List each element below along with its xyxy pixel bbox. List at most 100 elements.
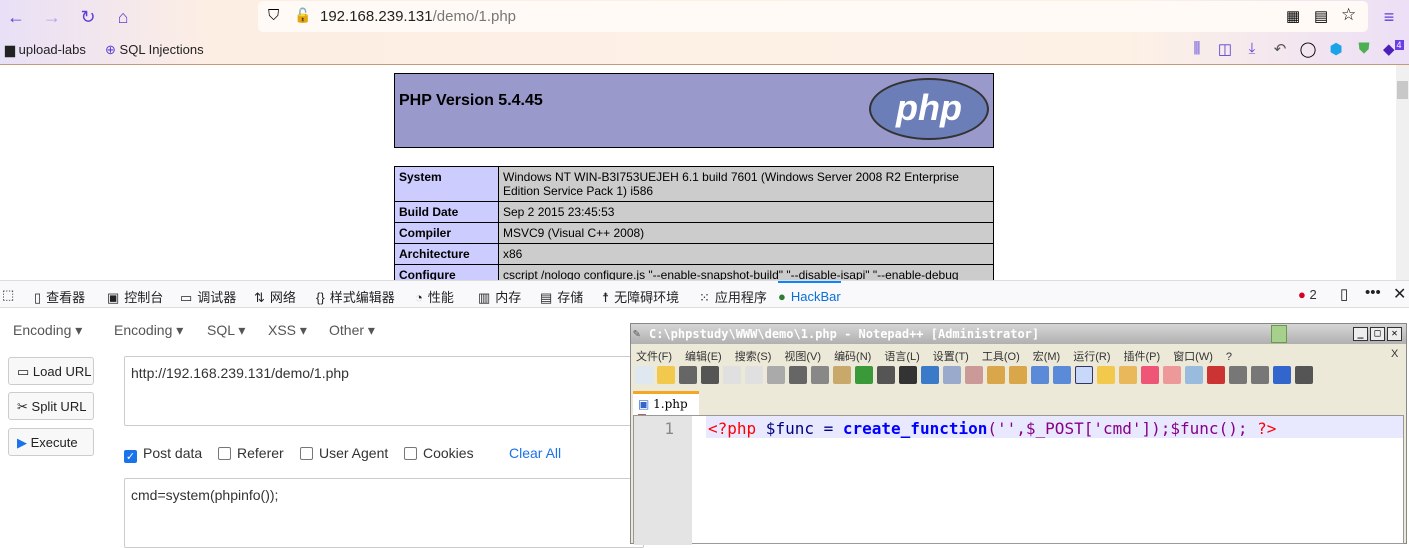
execute-button[interactable]: ▶ Execute [8,428,94,456]
close-doc-x[interactable]: X [1391,348,1398,360]
bookmark-upload-labs[interactable]: ▆ upload-labs [5,42,86,58]
extension-ring-icon[interactable]: ◯ [1299,40,1317,58]
home-icon[interactable]: ⌂ [112,6,134,28]
find-icon[interactable] [899,366,917,384]
undo-icon[interactable]: ↶ [1271,40,1289,58]
url-input[interactable]: http://192.168.239.131/demo/1.php [124,356,644,426]
zoom-out-icon[interactable] [965,366,983,384]
extension-cube-icon[interactable]: ◆ 4 [1383,40,1404,58]
post-data-checkbox[interactable]: ✓ Post data [124,445,202,463]
more-options-icon[interactable]: ••• [1365,284,1381,301]
zoom-in-icon[interactable] [943,366,961,384]
menu-macro[interactable]: 宏(M) [1033,351,1061,363]
other-menu[interactable]: Other ▾ [329,322,375,339]
bookmark-star-icon[interactable]: ☆ [1341,5,1356,25]
scrollbar-thumb[interactable] [1397,81,1408,99]
tab-style-editor[interactable]: {} 样式编辑器 [316,287,395,306]
run-macro-multiple-icon[interactable] [1273,366,1291,384]
encoding-menu-2[interactable]: Encoding ▾ [114,322,183,339]
menu-window[interactable]: 窗口(W) [1173,351,1213,363]
menu-view[interactable]: 视图(V) [784,351,821,363]
stop-macro-icon[interactable] [1229,366,1247,384]
undo-icon[interactable] [855,366,873,384]
tab-storage[interactable]: ▤ 存储 [540,287,583,306]
downloads-icon[interactable]: ⤓ [1243,40,1261,58]
menu-search[interactable]: 搜索(S) [735,351,772,363]
tab-network[interactable]: ⇅ 网络 [254,287,296,306]
adguard-shield-icon[interactable]: ⛊ [1355,40,1373,58]
menu-help[interactable]: ? [1226,351,1232,363]
file-tab[interactable]: ▣ 1.php ✕ [633,391,699,425]
user-agent-checkbox[interactable]: User Agent [300,445,388,461]
redo-icon[interactable] [877,366,895,384]
save-icon[interactable] [679,366,697,384]
bookmark-sql-injections[interactable]: ⊕ SQL Injections [105,42,204,58]
close-file-icon[interactable] [723,366,741,384]
code-editor[interactable]: 1 <?php $func = create_function('',$_POS… [633,415,1404,545]
code-line[interactable]: <?php $func = create_function('',$_POST[… [706,416,1403,438]
print-icon[interactable] [767,366,785,384]
sync-v-icon[interactable] [987,366,1005,384]
close-devtools-icon[interactable]: ✕ [1393,284,1406,304]
record-macro-icon[interactable] [1207,366,1225,384]
responsive-mode-icon[interactable]: ▯ [1340,285,1348,303]
close-all-icon[interactable] [745,366,763,384]
minimize-button[interactable]: _ [1353,327,1368,341]
close-button[interactable]: ✕ [1387,327,1402,341]
back-icon[interactable]: ← [5,6,27,28]
show-all-chars-icon[interactable] [1053,366,1071,384]
extension-hex-icon[interactable]: ⬢ [1327,40,1345,58]
indent-guide-icon[interactable] [1075,366,1093,384]
tab-performance[interactable]: ◔ 性能 [415,287,454,306]
tab-debugger[interactable]: ▭ 调试器 [180,287,236,306]
sidebar-icon[interactable]: ◫ [1216,40,1234,58]
cookies-checkbox[interactable]: Cookies [404,445,474,461]
tab-application[interactable]: ⁙ 应用程序 [699,287,767,306]
referer-checkbox[interactable]: Referer [218,445,284,461]
xss-menu[interactable]: XSS ▾ [268,322,307,339]
maximize-button[interactable]: □ [1370,327,1385,341]
function-list-icon[interactable] [1141,366,1159,384]
menu-plugins[interactable]: 插件(P) [1124,351,1161,363]
error-count[interactable]: ● 2 [1298,287,1317,302]
clear-all-link[interactable]: Clear All [509,445,561,461]
menu-tools[interactable]: 工具(O) [982,351,1020,363]
element-picker-icon[interactable]: ⬚ [2,287,14,303]
sql-menu[interactable]: SQL ▾ [207,322,245,339]
word-wrap-icon[interactable] [1031,366,1049,384]
play-macro-icon[interactable] [1251,366,1269,384]
tab-hackbar[interactable]: ● HackBar [778,281,841,308]
new-file-icon[interactable] [635,366,653,384]
reload-icon[interactable]: ↻ [77,6,99,28]
open-file-icon[interactable] [657,366,675,384]
menu-icon[interactable]: ≡ [1378,6,1400,28]
cut-icon[interactable] [789,366,807,384]
replace-icon[interactable] [921,366,939,384]
save-all-icon[interactable] [701,366,719,384]
encoding-menu[interactable]: Encoding ▾ [13,322,82,339]
tab-console[interactable]: ▣ 控制台 [107,287,163,306]
sync-h-icon[interactable] [1009,366,1027,384]
menu-language[interactable]: 语言(L) [884,351,919,363]
menu-edit[interactable]: 编辑(E) [685,351,722,363]
page-scrollbar[interactable] [1396,65,1409,280]
paste-icon[interactable] [833,366,851,384]
tab-accessibility[interactable]: ☨ 无障碍环境 [602,287,679,306]
forward-icon[interactable]: → [41,6,63,28]
copy-icon[interactable] [811,366,829,384]
load-url-button[interactable]: ▭ Load URL [8,357,94,385]
monitor-icon[interactable] [1185,366,1203,384]
reader-view-icon[interactable]: ▤ [1314,7,1328,25]
udl-icon[interactable] [1097,366,1115,384]
menu-encoding[interactable]: 编码(N) [834,351,871,363]
menu-settings[interactable]: 设置(T) [933,351,969,363]
folder-workspace-icon[interactable] [1163,366,1181,384]
split-url-button[interactable]: ✂ Split URL [8,392,94,420]
window-titlebar[interactable]: ✎ C:\phpstudy\WWW\demo\1.php - Notepad++… [631,324,1406,344]
tab-memory[interactable]: ▥ 内存 [478,287,521,306]
qr-code-icon[interactable]: ▦ [1286,7,1300,25]
library-icon[interactable]: ⫼ [1188,40,1206,58]
tab-inspector[interactable]: ▯ 查看器 [34,287,85,306]
url-bar[interactable]: ⛉ 🔓 192.168.239.131/demo/1.php ▦ ▤ ☆ [258,1,1368,32]
post-data-input[interactable]: cmd=system(phpinfo()); [124,478,644,548]
